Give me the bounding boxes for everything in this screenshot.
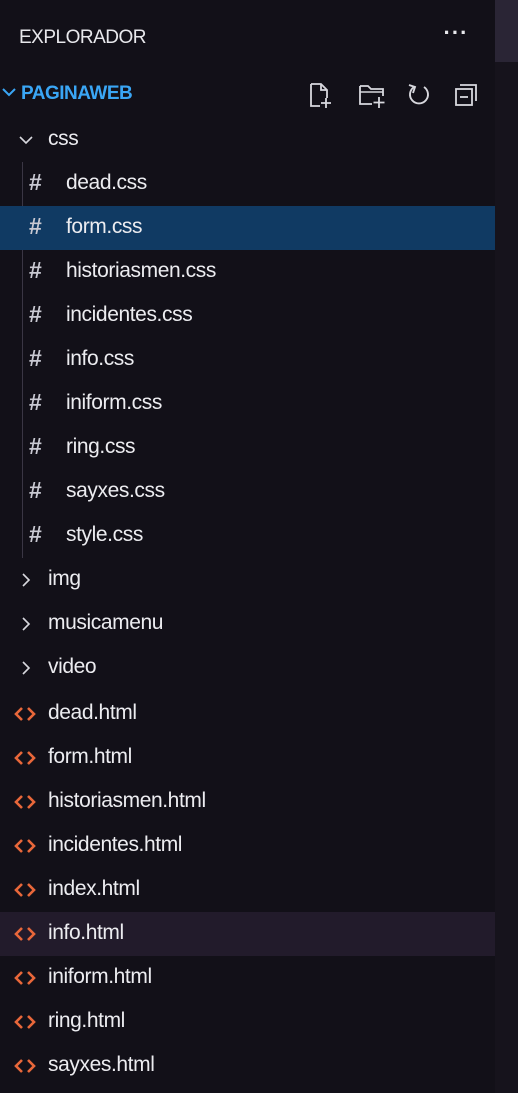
css-file-icon: # — [29, 169, 42, 195]
tree-folder-musicamenu[interactable]: musicamenu — [0, 602, 495, 646]
html-file-icon — [14, 751, 36, 765]
tree-folder-label: css — [48, 127, 79, 150]
html-file-icon — [14, 795, 36, 809]
tree-file-html-hovered[interactable]: info.html — [0, 912, 495, 956]
html-file-icon — [14, 707, 36, 721]
tree-file-label: historiasmen.css — [66, 259, 216, 282]
tree-file-css[interactable]: # iniform.css — [0, 382, 495, 426]
tree-file-css[interactable]: # dead.css — [0, 162, 495, 206]
tree-file-css[interactable]: # info.css — [0, 338, 495, 382]
tree-file-label: index.html — [48, 877, 140, 900]
css-file-icon: # — [29, 477, 42, 503]
project-name: PAGINAWEB — [21, 83, 133, 104]
tree-file-html[interactable]: form.html — [0, 736, 495, 780]
tree-file-label: sayxes.css — [66, 479, 165, 502]
tree-file-css[interactable]: # incidentes.css — [0, 294, 495, 338]
css-file-icon: # — [29, 345, 42, 371]
tree-file-html[interactable]: ring.html — [0, 1000, 495, 1044]
chevron-right-icon — [22, 661, 31, 675]
tree-file-label: ring.html — [48, 1009, 125, 1032]
chevron-right-icon — [22, 617, 31, 631]
html-file-icon — [14, 1059, 36, 1073]
tree-file-label: dead.css — [66, 171, 147, 194]
scrollbar-track[interactable] — [495, 0, 518, 1093]
new-file-icon[interactable] — [306, 81, 334, 109]
more-actions-icon[interactable]: ··· — [438, 18, 474, 54]
tree-folder-label: img — [48, 567, 81, 590]
css-file-icon: # — [29, 213, 42, 239]
tree-file-label: iniform.html — [48, 965, 152, 988]
tree-file-html[interactable]: incidentes.html — [0, 824, 495, 868]
scrollbar-thumb[interactable] — [495, 0, 518, 62]
css-file-icon: # — [29, 257, 42, 283]
tree-folder-label: video — [48, 655, 97, 678]
new-folder-icon[interactable] — [358, 81, 386, 109]
tree-file-label: form.html — [48, 745, 132, 768]
explorer-title: EXPLORADOR — [19, 27, 146, 48]
css-file-icon: # — [29, 301, 42, 327]
tree-file-html[interactable]: index.html — [0, 868, 495, 912]
html-file-icon — [14, 927, 36, 941]
tree-file-label: info.html — [48, 921, 124, 944]
tree-file-label: style.css — [66, 523, 143, 546]
tree-folder-video[interactable]: video — [0, 646, 495, 690]
tree-file-html[interactable]: dead.html — [0, 692, 495, 736]
css-file-icon: # — [29, 389, 42, 415]
tree-file-label: dead.html — [48, 701, 137, 724]
tree-file-css[interactable]: # style.css — [0, 514, 495, 558]
chevron-right-icon — [22, 573, 31, 587]
html-file-icon — [14, 883, 36, 897]
tree-folder-img[interactable]: img — [0, 558, 495, 602]
tree-file-html[interactable]: sayxes.html — [0, 1044, 495, 1088]
refresh-icon[interactable] — [405, 81, 433, 109]
tree-file-label: historiasmen.html — [48, 789, 206, 812]
html-file-icon — [14, 1015, 36, 1029]
css-file-icon: # — [29, 521, 42, 547]
tree-file-css-selected[interactable]: # form.css — [0, 206, 495, 250]
tree-file-label: incidentes.css — [66, 303, 193, 326]
tree-file-label: iniform.css — [66, 391, 162, 414]
chevron-down-icon — [19, 136, 33, 145]
explorer-header: EXPLORADOR ··· — [0, 18, 495, 58]
tree-file-label: ring.css — [66, 435, 136, 458]
tree-folder-label: musicamenu — [48, 611, 164, 634]
tree-file-html[interactable]: historiasmen.html — [0, 780, 495, 824]
tree-file-css[interactable]: # sayxes.css — [0, 470, 495, 514]
tree-file-label: sayxes.html — [48, 1053, 155, 1076]
chevron-down-icon — [2, 88, 16, 97]
html-file-icon — [14, 839, 36, 853]
project-header[interactable]: PAGINAWEB — [0, 72, 495, 116]
tree-file-css[interactable]: # ring.css — [0, 426, 495, 470]
tree-file-label: form.css — [66, 215, 143, 238]
file-explorer-panel: EXPLORADOR ··· PAGINAWEB css # dead.css … — [0, 0, 495, 1093]
tree-file-html[interactable]: iniform.html — [0, 956, 495, 1000]
html-file-icon — [14, 971, 36, 985]
tree-file-css[interactable]: # historiasmen.css — [0, 250, 495, 294]
collapse-all-icon[interactable] — [452, 81, 480, 109]
tree-folder-css[interactable]: css — [0, 118, 495, 162]
css-file-icon: # — [29, 433, 42, 459]
tree-file-label: incidentes.html — [48, 833, 183, 856]
tree-file-label: info.css — [66, 347, 134, 370]
